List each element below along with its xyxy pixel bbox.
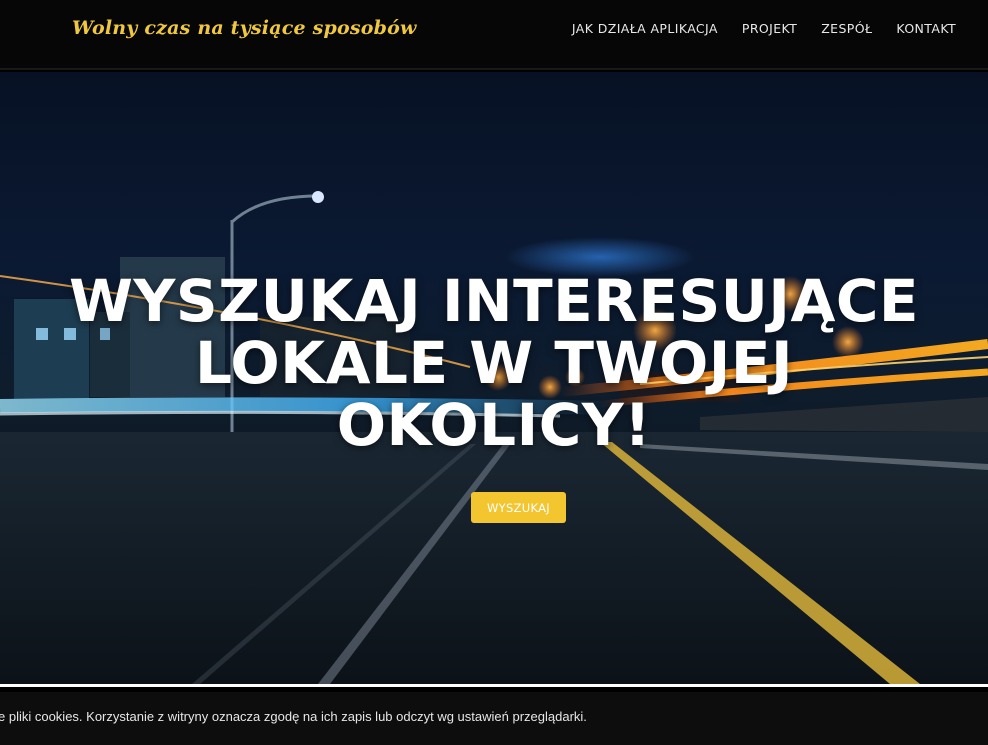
nav-contact[interactable]: KONTAKT bbox=[896, 21, 956, 37]
cookie-bar: e pliki cookies. Korzystanie z witryny o… bbox=[0, 692, 988, 745]
nav-how-it-works[interactable]: JAK DZIAŁA APLIKACJA bbox=[572, 21, 718, 37]
main-nav: JAK DZIAŁA APLIKACJA PROJEKT ZESPÓŁ KONT… bbox=[572, 21, 956, 37]
nav-project[interactable]: PROJEKT bbox=[742, 21, 797, 37]
cookie-notice-text: e pliki cookies. Korzystanie z witryny o… bbox=[0, 709, 587, 724]
hero-section: WYSZUKAJ INTERESUJĄCE LOKALE W TWOJEJ OK… bbox=[0, 72, 988, 684]
hero-headline: WYSZUKAJ INTERESUJĄCE LOKALE W TWOJEJ OK… bbox=[0, 270, 988, 456]
hero-headline-line-1: WYSZUKAJ INTERESUJĄCE bbox=[68, 267, 920, 335]
hero-headline-line-2: LOKALE W TWOJEJ bbox=[194, 329, 794, 397]
brand-logo[interactable]: Wolny czas na tysiące sposobów bbox=[72, 17, 417, 39]
section-divider bbox=[0, 684, 988, 687]
nav-team[interactable]: ZESPÓŁ bbox=[821, 21, 872, 37]
navbar: Wolny czas na tysiące sposobów JAK DZIAŁ… bbox=[0, 0, 988, 70]
hero-headline-line-3: OKOLICY! bbox=[336, 391, 652, 459]
search-button[interactable]: WYSZUKAJ bbox=[471, 492, 566, 523]
